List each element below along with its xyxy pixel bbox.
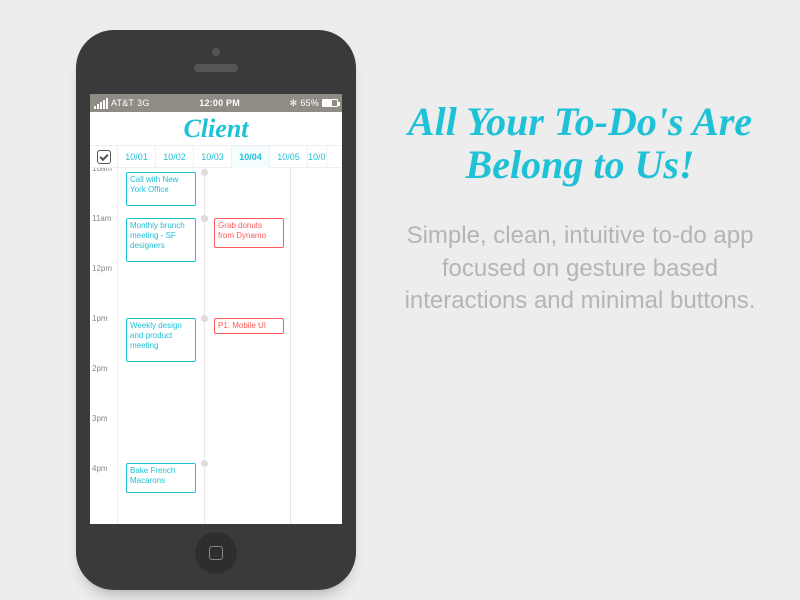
hour-label: 1pm — [92, 314, 116, 323]
headline: All Your To-Do's Are Belong to Us! — [400, 100, 760, 186]
hour-label: 11am — [92, 214, 116, 223]
home-icon — [209, 546, 223, 560]
network-label: 3G — [137, 98, 149, 108]
event-dot — [201, 315, 208, 322]
checkbox-icon — [97, 150, 111, 164]
hour-gutter: 10am 11am 12pm 1pm 2pm 3pm 4pm — [90, 168, 118, 524]
app-title: Client — [90, 112, 342, 146]
date-selector-row: 10/0110/0210/0310/0410/0510/0 — [90, 146, 342, 168]
calendar-event[interactable]: Monthly brunch meeting - SF designers — [126, 218, 196, 262]
calendar-event[interactable]: Weekly design and product meeting — [126, 318, 196, 362]
column-divider — [290, 168, 291, 524]
marketing-copy: All Your To-Do's Are Belong to Us! Simpl… — [400, 100, 760, 318]
battery-icon — [322, 99, 338, 107]
event-dot — [201, 169, 208, 176]
todo-filter-button[interactable] — [90, 146, 118, 167]
app-header: Client — [90, 112, 342, 146]
hour-label: 12pm — [92, 264, 116, 273]
calendar-event[interactable]: Call with New York Office — [126, 172, 196, 206]
date-tab[interactable]: 10/05 — [270, 146, 308, 168]
subheadline: Simple, clean, intuitive to-do app focus… — [400, 220, 760, 317]
signal-icon — [94, 98, 108, 109]
event-dot — [201, 460, 208, 467]
phone-screen: AT&T 3G 12:00 PM ✻ 65% Client 10/0110/02… — [90, 94, 342, 524]
phone-frame: AT&T 3G 12:00 PM ✻ 65% Client 10/0110/02… — [76, 30, 356, 590]
calendar-event[interactable]: P1: Mobile UI — [214, 318, 284, 334]
date-tab[interactable]: 10/04 — [232, 146, 270, 168]
home-button[interactable] — [195, 532, 237, 574]
battery-pct: 65% — [300, 98, 319, 108]
date-tab[interactable]: 10/02 — [156, 146, 194, 168]
timeline[interactable]: Call with New York Office Monthly brunch … — [118, 168, 342, 524]
hour-label: 4pm — [92, 464, 116, 473]
calendar-event[interactable]: Bake French Macarons — [126, 463, 196, 493]
date-tab[interactable]: 10/0 — [308, 146, 327, 168]
date-tab[interactable]: 10/03 — [194, 146, 232, 168]
clock-label: 12:00 PM — [199, 98, 240, 108]
hour-label: 3pm — [92, 414, 116, 423]
hour-label: 10am — [92, 168, 116, 173]
calendar-event[interactable]: Grab donuts from Dynamo — [214, 218, 284, 248]
phone-earpiece — [194, 64, 238, 72]
date-list[interactable]: 10/0110/0210/0310/0410/0510/0 — [118, 146, 342, 168]
event-dot — [201, 215, 208, 222]
status-bar: AT&T 3G 12:00 PM ✻ 65% — [90, 94, 342, 112]
loading-icon: ✻ — [290, 98, 298, 109]
hour-label: 2pm — [92, 364, 116, 373]
calendar-body[interactable]: 10am 11am 12pm 1pm 2pm 3pm 4pm Call with New Y… — [90, 168, 342, 524]
date-tab[interactable]: 10/01 — [118, 146, 156, 168]
carrier-label: AT&T — [111, 98, 134, 108]
phone-camera — [212, 48, 220, 56]
